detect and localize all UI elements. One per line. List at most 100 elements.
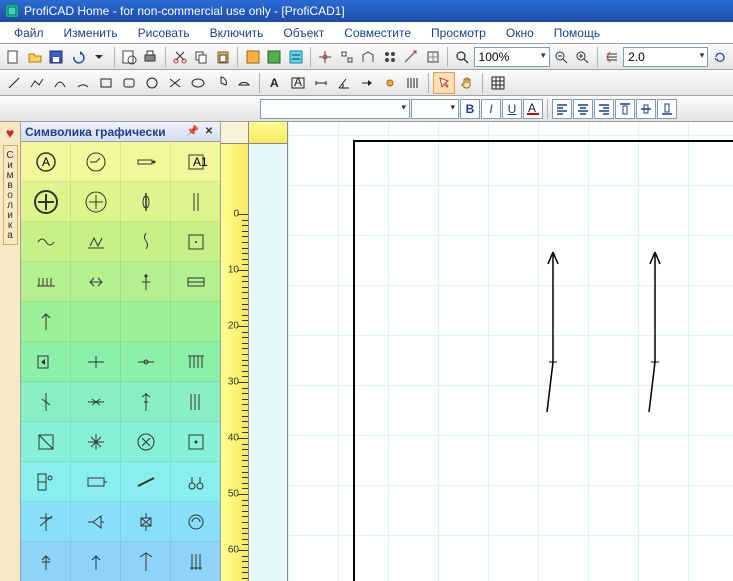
- symbol-cell[interactable]: [121, 182, 171, 222]
- align-top-icon[interactable]: [615, 99, 635, 119]
- symbol-cell[interactable]: [71, 382, 121, 422]
- switch-symbol-1[interactable]: [543, 242, 563, 422]
- bold-button[interactable]: B: [460, 99, 480, 119]
- symbol-cell[interactable]: [121, 222, 171, 262]
- paste-icon[interactable]: [213, 46, 234, 68]
- side-tab-symbols[interactable]: Символика: [3, 145, 18, 245]
- underline-button[interactable]: U: [502, 99, 522, 119]
- shape-curve-icon[interactable]: [49, 72, 71, 94]
- symbol-cell[interactable]: [71, 342, 121, 382]
- hand-icon[interactable]: [456, 72, 478, 94]
- symbol-cell[interactable]: A: [21, 142, 71, 182]
- dot-icon[interactable]: [379, 72, 401, 94]
- symbol-cell[interactable]: [21, 302, 71, 342]
- menu-file[interactable]: Файл: [4, 24, 54, 42]
- symbol-cell[interactable]: [121, 542, 171, 581]
- symbol-cell[interactable]: [21, 422, 71, 462]
- symbol-cell[interactable]: [171, 222, 220, 262]
- symbol-cell[interactable]: [121, 262, 171, 302]
- symbol-cell[interactable]: [71, 502, 121, 542]
- undo-icon[interactable]: [68, 46, 89, 68]
- library1-icon[interactable]: [242, 46, 263, 68]
- library3-icon[interactable]: [285, 46, 306, 68]
- menu-window[interactable]: Окно: [496, 24, 544, 42]
- symbol-cell[interactable]: [71, 302, 121, 342]
- symbol-cell[interactable]: [21, 262, 71, 302]
- symbol-cell[interactable]: A1: [171, 142, 220, 182]
- shape-line-icon[interactable]: [3, 72, 25, 94]
- text-icon[interactable]: A: [264, 72, 286, 94]
- menu-draw[interactable]: Рисовать: [128, 24, 200, 42]
- align-bottom-icon[interactable]: [657, 99, 677, 119]
- shape-pie-icon[interactable]: [210, 72, 232, 94]
- align-middle-icon[interactable]: [636, 99, 656, 119]
- switch-symbol-2[interactable]: [645, 242, 665, 422]
- shape-rect-icon[interactable]: [95, 72, 117, 94]
- shape-arc-icon[interactable]: [72, 72, 94, 94]
- shape-roundrect-icon[interactable]: [118, 72, 140, 94]
- align-center-icon[interactable]: [573, 99, 593, 119]
- pointer-icon[interactable]: [433, 72, 455, 94]
- shape-ellipse-icon[interactable]: [187, 72, 209, 94]
- symbol-cell[interactable]: [71, 182, 121, 222]
- open-icon[interactable]: [25, 46, 46, 68]
- menu-view[interactable]: Просмотр: [421, 24, 496, 42]
- fontcolor-button[interactable]: A: [523, 99, 543, 119]
- refresh-icon[interactable]: [709, 46, 730, 68]
- new-icon[interactable]: [3, 46, 24, 68]
- dropdown-icon[interactable]: [89, 46, 110, 68]
- zoom-tool-icon[interactable]: [452, 46, 473, 68]
- copy-icon[interactable]: [191, 46, 212, 68]
- symbol-cell[interactable]: [171, 302, 220, 342]
- font-combo[interactable]: [260, 99, 410, 119]
- textblock-icon[interactable]: A: [287, 72, 309, 94]
- symbol-cell[interactable]: [71, 422, 121, 462]
- symbol-cell[interactable]: [171, 502, 220, 542]
- symbol-cell[interactable]: [71, 542, 121, 581]
- symbol-cell[interactable]: [171, 542, 220, 581]
- symbol-cell[interactable]: [171, 462, 220, 502]
- symbol-cell[interactable]: [21, 222, 71, 262]
- pin-icon[interactable]: 📌: [186, 125, 200, 139]
- cut-icon[interactable]: [170, 46, 191, 68]
- zoom-in-icon[interactable]: [572, 46, 593, 68]
- snap5-icon[interactable]: [401, 46, 422, 68]
- symbol-cell[interactable]: [121, 142, 171, 182]
- scale-icon[interactable]: [602, 46, 623, 68]
- symbol-cell[interactable]: [171, 262, 220, 302]
- symbol-cell[interactable]: [71, 262, 121, 302]
- fontsize-combo[interactable]: [411, 99, 459, 119]
- shape-chord-icon[interactable]: [233, 72, 255, 94]
- menu-object[interactable]: Объект: [273, 24, 334, 42]
- hatch-icon[interactable]: [402, 72, 424, 94]
- symbol-cell[interactable]: [121, 342, 171, 382]
- symbol-cell[interactable]: [171, 342, 220, 382]
- snap3-icon[interactable]: [358, 46, 379, 68]
- favorites-icon[interactable]: ♥: [6, 125, 14, 141]
- print-icon[interactable]: [140, 46, 161, 68]
- menu-help[interactable]: Помощь: [544, 24, 610, 42]
- arrow-icon[interactable]: [356, 72, 378, 94]
- symbol-cell[interactable]: [171, 382, 220, 422]
- close-panel-icon[interactable]: ✕: [202, 125, 216, 139]
- dimension-icon[interactable]: [310, 72, 332, 94]
- menu-enable[interactable]: Включить: [200, 24, 274, 42]
- symbol-cell[interactable]: [71, 142, 121, 182]
- snap6-icon[interactable]: [423, 46, 444, 68]
- align-left-icon[interactable]: [552, 99, 572, 119]
- snap2-icon[interactable]: [336, 46, 357, 68]
- menu-edit[interactable]: Изменить: [54, 24, 128, 42]
- symbol-cell[interactable]: [171, 422, 220, 462]
- symbol-cell[interactable]: [21, 182, 71, 222]
- symbol-cell[interactable]: [71, 462, 121, 502]
- menu-align[interactable]: Совместите: [334, 24, 421, 42]
- symbol-cell[interactable]: [121, 462, 171, 502]
- shape-triangle-icon[interactable]: [164, 72, 186, 94]
- library2-icon[interactable]: [264, 46, 285, 68]
- canvas[interactable]: [249, 144, 733, 581]
- symbol-cell[interactable]: [21, 462, 71, 502]
- preview-icon[interactable]: [119, 46, 140, 68]
- zoom-combo[interactable]: 100%: [474, 47, 550, 67]
- symbol-cell[interactable]: [71, 222, 121, 262]
- save-icon[interactable]: [46, 46, 67, 68]
